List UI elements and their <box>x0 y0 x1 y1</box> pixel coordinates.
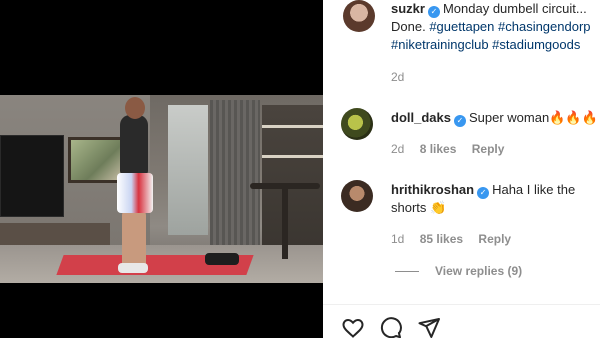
comment-likes[interactable]: 8 likes <box>420 142 457 156</box>
view-replies-button[interactable]: View replies (9) <box>395 264 522 278</box>
author-username[interactable]: suzkr <box>391 1 425 16</box>
post-caption: suzkr ✓ Monday dumbell circuit... Done. #g… <box>391 0 591 54</box>
reply-button[interactable]: Reply <box>478 232 511 246</box>
video-person-head <box>125 97 145 119</box>
video-person-legs <box>122 211 146 269</box>
comment: hrithikroshan ✓ Haha I like the shorts 👏 <box>391 181 575 217</box>
caption-meta: 2d <box>391 70 416 84</box>
commenter-avatar[interactable] <box>341 108 373 140</box>
heart-icon[interactable] <box>341 316 365 338</box>
comment-meta: 1d 85 likes Reply <box>391 232 523 246</box>
caption-text-done: Done. <box>391 19 426 34</box>
caption-text: Monday dumbell circuit... <box>442 1 587 16</box>
caption-time[interactable]: 2d <box>391 70 404 84</box>
comment: doll_daks ✓ Super woman🔥🔥🔥 <box>391 109 598 127</box>
video-dumbbell <box>205 253 239 265</box>
post-media[interactable] <box>0 0 323 338</box>
comment-text: Super woman🔥🔥🔥 <box>468 110 598 125</box>
verified-badge-icon: ✓ <box>477 187 490 199</box>
comment-text-cont: shorts 👏 <box>391 200 447 215</box>
video-person-shoes <box>118 263 148 273</box>
commenter-username[interactable]: doll_daks <box>391 110 451 125</box>
comment-meta: 2d 8 likes Reply <box>391 142 516 156</box>
send-icon[interactable] <box>417 316 441 338</box>
comment-time[interactable]: 2d <box>391 142 404 156</box>
video-window <box>168 105 208 235</box>
caption-hashtags[interactable]: #niketrainingclub #stadiumgoods <box>391 37 580 52</box>
replies-divider <box>395 271 419 273</box>
video-table-leg <box>282 189 288 259</box>
caption-hashtags[interactable]: #guettapen #chasingendorp <box>429 19 590 34</box>
comments-panel: suzkr ✓ Monday dumbell circuit... Done. #g… <box>323 0 600 338</box>
comment-icon[interactable] <box>379 316 403 338</box>
author-avatar[interactable] <box>343 0 375 32</box>
comment-text: Haha I like the <box>492 182 576 197</box>
verified-badge-icon: ✓ <box>427 6 440 18</box>
view-replies-label[interactable]: View replies (9) <box>435 264 522 278</box>
verified-badge-icon: ✓ <box>453 115 466 127</box>
video-person-shorts <box>117 173 153 213</box>
comment-time[interactable]: 1d <box>391 232 404 246</box>
video-person-body <box>120 115 148 175</box>
post-actions <box>341 316 441 338</box>
actions-divider <box>323 304 600 305</box>
video-tv <box>0 135 64 217</box>
workout-video[interactable] <box>0 95 323 283</box>
video-shelf-line <box>262 125 323 128</box>
commenter-username[interactable]: hrithikroshan <box>391 182 474 197</box>
video-shelf-line <box>262 155 323 158</box>
comment-likes[interactable]: 85 likes <box>420 232 463 246</box>
commenter-avatar[interactable] <box>341 180 373 212</box>
reply-button[interactable]: Reply <box>472 142 505 156</box>
video-pillar <box>210 100 260 255</box>
